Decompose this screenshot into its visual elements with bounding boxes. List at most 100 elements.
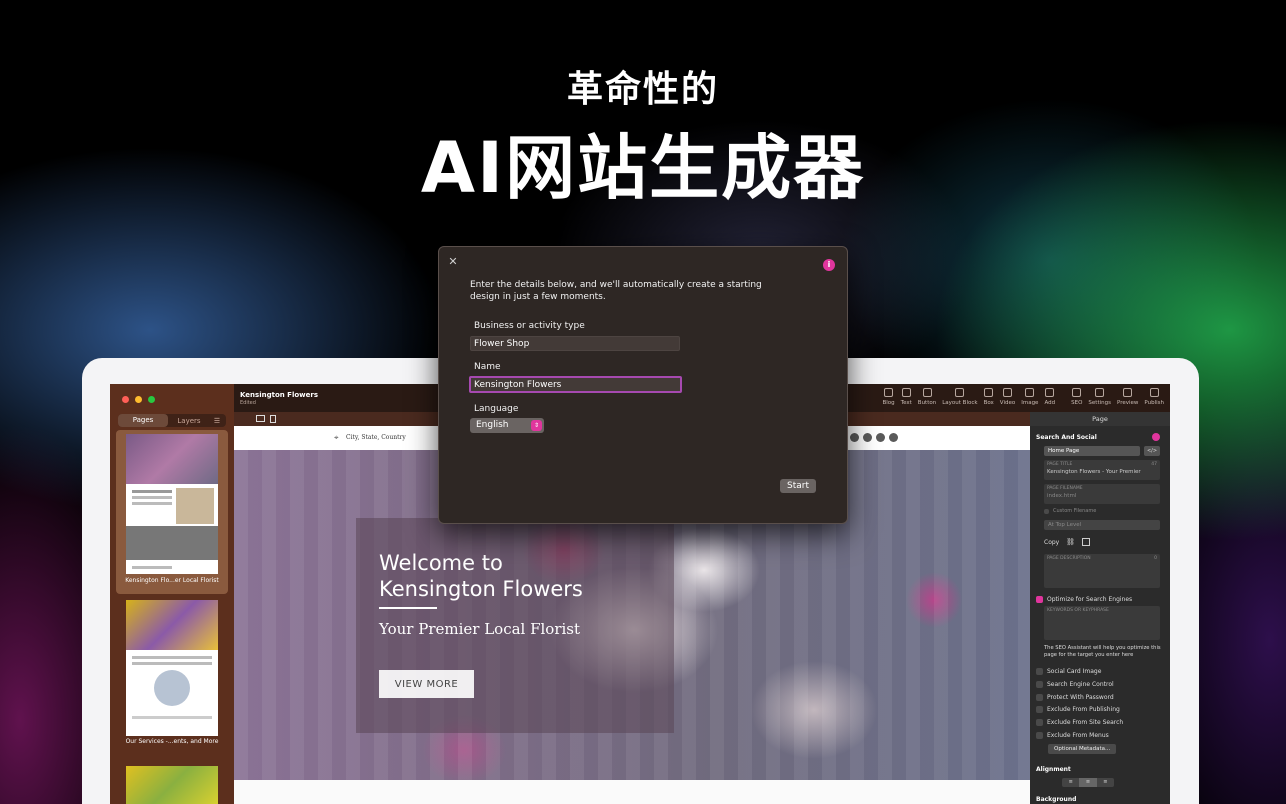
page-description-count: 0 xyxy=(1154,556,1157,561)
image-label: Image xyxy=(1021,400,1039,406)
level-select[interactable]: At Top Level xyxy=(1044,520,1160,530)
hero-heading-line2: Kensington Flowers xyxy=(379,577,583,601)
close-icon[interactable]: ✕ xyxy=(447,256,459,268)
list-view-icon[interactable]: ☰ xyxy=(210,417,224,425)
business-type-input[interactable] xyxy=(470,336,680,351)
page-filename-field[interactable]: PAGE FILENAME index.html xyxy=(1044,484,1160,504)
link-icon[interactable]: ⛓ xyxy=(1066,538,1075,546)
page-description-field[interactable]: PAGE DESCRIPTION 0 xyxy=(1044,554,1160,588)
text-icon xyxy=(901,388,911,397)
page-item-services[interactable]: Our Services -...ents, and More xyxy=(116,600,228,750)
language-select[interactable]: English ⇕ xyxy=(470,418,544,433)
tab-pages[interactable]: Pages xyxy=(118,414,168,427)
sidebar-tabs: Pages Layers ☰ xyxy=(118,414,226,427)
minimize-window-button[interactable] xyxy=(135,396,142,403)
social-card-checkbox[interactable]: Social Card Image xyxy=(1036,668,1101,675)
pages-sidebar: Pages Layers ☰ Kensington Flo...er Local… xyxy=(110,384,234,804)
tab-layers[interactable]: Layers xyxy=(168,417,210,425)
settings-button[interactable]: Settings xyxy=(1088,388,1111,406)
search-engine-control-label: Search Engine Control xyxy=(1047,681,1114,688)
pinterest-icon[interactable] xyxy=(850,433,859,442)
exclude-publishing-label: Exclude From Publishing xyxy=(1047,706,1120,713)
protect-password-checkbox[interactable]: Protect With Password xyxy=(1036,694,1114,701)
desktop-view-icon[interactable] xyxy=(256,415,265,422)
layers-icon xyxy=(955,388,965,397)
link-icon[interactable] xyxy=(863,433,872,442)
zoom-window-button[interactable] xyxy=(148,396,155,403)
business-type-label: Business or activity type xyxy=(474,321,585,331)
optional-metadata-button[interactable]: Optional Metadata... xyxy=(1048,744,1117,754)
page-title-count: 47 xyxy=(1151,462,1157,467)
video-label: Video xyxy=(999,400,1016,406)
language-value: English xyxy=(476,420,509,430)
page-title-label: PAGE TITLE xyxy=(1047,462,1073,467)
checkbox-checked xyxy=(1036,596,1043,603)
layout-block-button[interactable]: Layout Block xyxy=(942,388,978,406)
exclude-site-search-checkbox[interactable]: Exclude From Site Search xyxy=(1036,719,1123,726)
checkbox-box xyxy=(1036,719,1043,726)
page-item-home[interactable]: Kensington Flo...er Local Florist xyxy=(116,430,228,594)
page-item-label: Kensington Flo...er Local Florist xyxy=(125,577,219,584)
social-icons xyxy=(850,433,898,442)
page-title-field[interactable]: PAGE TITLE 47 Kensington Flowers - Your … xyxy=(1044,460,1160,480)
code-icon[interactable]: </> xyxy=(1144,446,1160,456)
seo-button[interactable]: SEO xyxy=(1071,388,1082,406)
chevron-updown-icon: ⇕ xyxy=(531,420,542,431)
start-button[interactable]: Start xyxy=(780,479,816,493)
chart-icon xyxy=(1072,388,1082,397)
instagram-icon[interactable] xyxy=(876,433,885,442)
seo-label: SEO xyxy=(1071,400,1083,406)
button-tool[interactable]: Button xyxy=(918,388,936,406)
optimize-label: Optimize for Search Engines xyxy=(1047,596,1133,603)
text-button[interactable]: Text xyxy=(901,388,912,406)
image-icon xyxy=(1025,388,1035,397)
alignment-control[interactable]: ≡ ≡ ≡ xyxy=(1062,778,1114,787)
checkbox-box xyxy=(1036,668,1043,675)
checkbox-box xyxy=(1036,681,1043,688)
image-button[interactable]: Image xyxy=(1021,388,1038,406)
section-search-social: Search And Social xyxy=(1036,434,1097,441)
exclude-menus-checkbox[interactable]: Exclude From Menus xyxy=(1036,732,1109,739)
settings-label: Settings xyxy=(1088,400,1111,406)
video-icon xyxy=(1003,388,1012,397)
exclude-publishing-checkbox[interactable]: Exclude From Publishing xyxy=(1036,706,1120,713)
copy-label: Copy xyxy=(1044,539,1060,546)
close-window-button[interactable] xyxy=(122,396,129,403)
blog-button[interactable]: Blog xyxy=(883,388,895,406)
page-item-third[interactable] xyxy=(116,764,228,804)
hero-title: AI网站生成器 xyxy=(420,127,866,209)
hero-divider xyxy=(379,607,437,609)
page-thumbnail xyxy=(126,600,218,736)
exclude-site-search-label: Exclude From Site Search xyxy=(1047,719,1124,726)
video-button[interactable]: Video xyxy=(1000,388,1015,406)
add-button[interactable]: Add xyxy=(1044,388,1055,406)
optimize-seo-checkbox[interactable]: Optimize for Search Engines xyxy=(1036,596,1132,603)
hero-subtitle: 革命性的 xyxy=(566,69,719,110)
keywords-field[interactable]: KEYWORDS OR KEYPHRASE xyxy=(1044,606,1160,640)
preview-button[interactable]: Preview xyxy=(1117,388,1138,406)
align-left-icon[interactable]: ≡ xyxy=(1062,778,1079,787)
align-right-icon[interactable]: ≡ xyxy=(1097,778,1114,787)
publish-button[interactable]: Publish xyxy=(1144,388,1164,406)
info-icon[interactable]: i xyxy=(823,259,835,271)
facebook-icon[interactable] xyxy=(889,433,898,442)
cloud-upload-icon xyxy=(1149,388,1159,397)
language-label: Language xyxy=(474,404,519,414)
tablet-view-icon[interactable] xyxy=(270,415,276,423)
align-center-icon[interactable]: ≡ xyxy=(1079,778,1097,787)
custom-filename-checkbox[interactable]: Custom Filename xyxy=(1044,508,1096,514)
document-title: Kensington Flowers xyxy=(240,391,318,399)
info-icon[interactable] xyxy=(1152,433,1160,441)
name-input[interactable] xyxy=(469,376,682,393)
publish-label: Publish xyxy=(1144,400,1164,406)
box-label: Box xyxy=(983,400,994,406)
qr-code-icon[interactable] xyxy=(1082,538,1090,546)
page-select[interactable]: Home Page xyxy=(1044,446,1140,456)
checkbox-box xyxy=(1044,508,1049,514)
custom-filename-label: Custom Filename xyxy=(1053,508,1097,514)
search-engine-control-checkbox[interactable]: Search Engine Control xyxy=(1036,681,1114,688)
view-more-button[interactable]: VIEW MORE xyxy=(379,670,474,698)
box-button[interactable]: Box xyxy=(984,388,994,406)
page-filename-value: index.html xyxy=(1047,493,1077,499)
checkbox-box xyxy=(1036,694,1043,701)
